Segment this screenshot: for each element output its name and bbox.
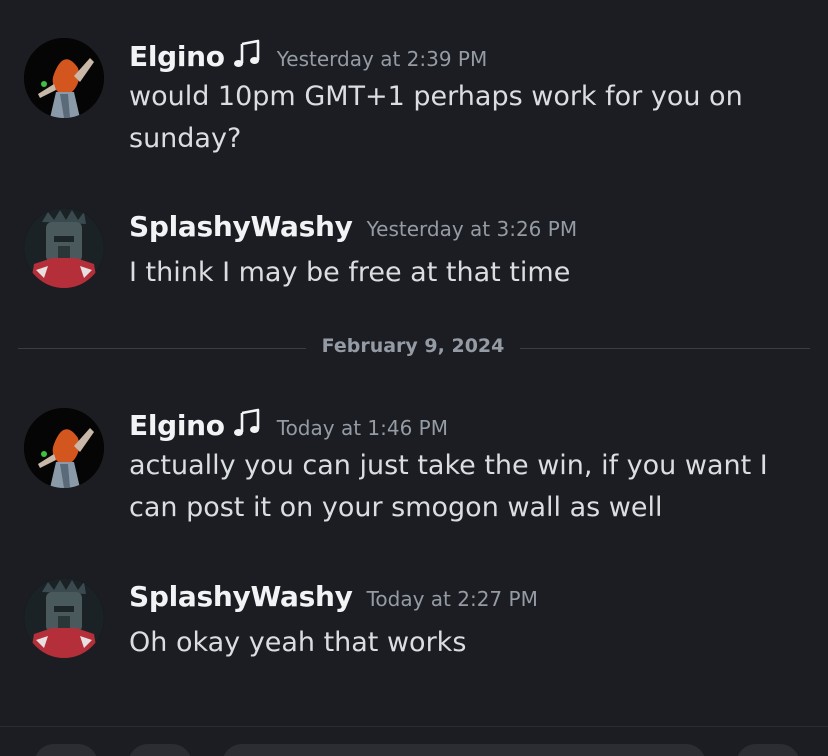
message-line: I think I may be free at that time xyxy=(129,257,571,288)
username[interactable]: SplashyWashy xyxy=(129,580,353,613)
timestamp: Today at 1:46 PM xyxy=(276,416,448,440)
divider-line xyxy=(520,348,810,349)
message-header: SplashyWashy Yesterday at 3:26 PM xyxy=(129,210,577,243)
voice-button[interactable] xyxy=(736,744,800,756)
message-line: actually you can just take the win, if y… xyxy=(129,450,768,481)
avatar-elgino[interactable] xyxy=(24,38,104,118)
username[interactable]: SplashyWashy xyxy=(129,210,353,243)
avatar-elgino[interactable] xyxy=(24,408,104,488)
apps-button[interactable] xyxy=(128,744,192,756)
avatar-image xyxy=(24,208,104,288)
avatar-image xyxy=(24,408,104,488)
message-header: Elgino Yesterday at 2:39 PM xyxy=(129,36,487,73)
message-line: sunday? xyxy=(129,123,242,154)
avatar-image xyxy=(24,38,104,118)
message-content: I think I may be free at that time xyxy=(129,252,769,294)
message-input[interactable] xyxy=(222,744,706,756)
timestamp: Yesterday at 3:26 PM xyxy=(366,217,578,241)
chat-view: Elgino Yesterday at 2:39 PM would 10pm G… xyxy=(0,0,828,756)
message-content: Oh okay yeah that works xyxy=(129,622,769,664)
message-line: can post it on your smogon wall as well xyxy=(129,492,663,523)
avatar-splashywashy[interactable] xyxy=(24,578,104,658)
username[interactable]: Elgino xyxy=(129,409,225,442)
timestamp: Today at 2:27 PM xyxy=(366,587,538,611)
add-attachment-button[interactable] xyxy=(34,744,98,756)
avatar-image xyxy=(24,578,104,658)
music-note-icon xyxy=(233,408,263,438)
username[interactable]: Elgino xyxy=(129,40,225,73)
message-line: Oh okay yeah that works xyxy=(129,627,467,658)
message-header: Elgino Today at 1:46 PM xyxy=(129,405,448,442)
date-divider-label: February 9, 2024 xyxy=(321,335,505,357)
avatar-splashywashy[interactable] xyxy=(24,208,104,288)
composer-divider xyxy=(0,726,828,727)
message-content: actually you can just take the win, if y… xyxy=(129,445,769,529)
timestamp: Yesterday at 2:39 PM xyxy=(276,47,488,71)
message-header: SplashyWashy Today at 2:27 PM xyxy=(129,580,538,613)
message-line: would 10pm GMT+1 perhaps work for you on xyxy=(129,81,743,112)
message-content: would 10pm GMT+1 perhaps work for you on… xyxy=(129,76,769,160)
music-note-icon xyxy=(233,39,263,69)
divider-line xyxy=(18,348,306,349)
